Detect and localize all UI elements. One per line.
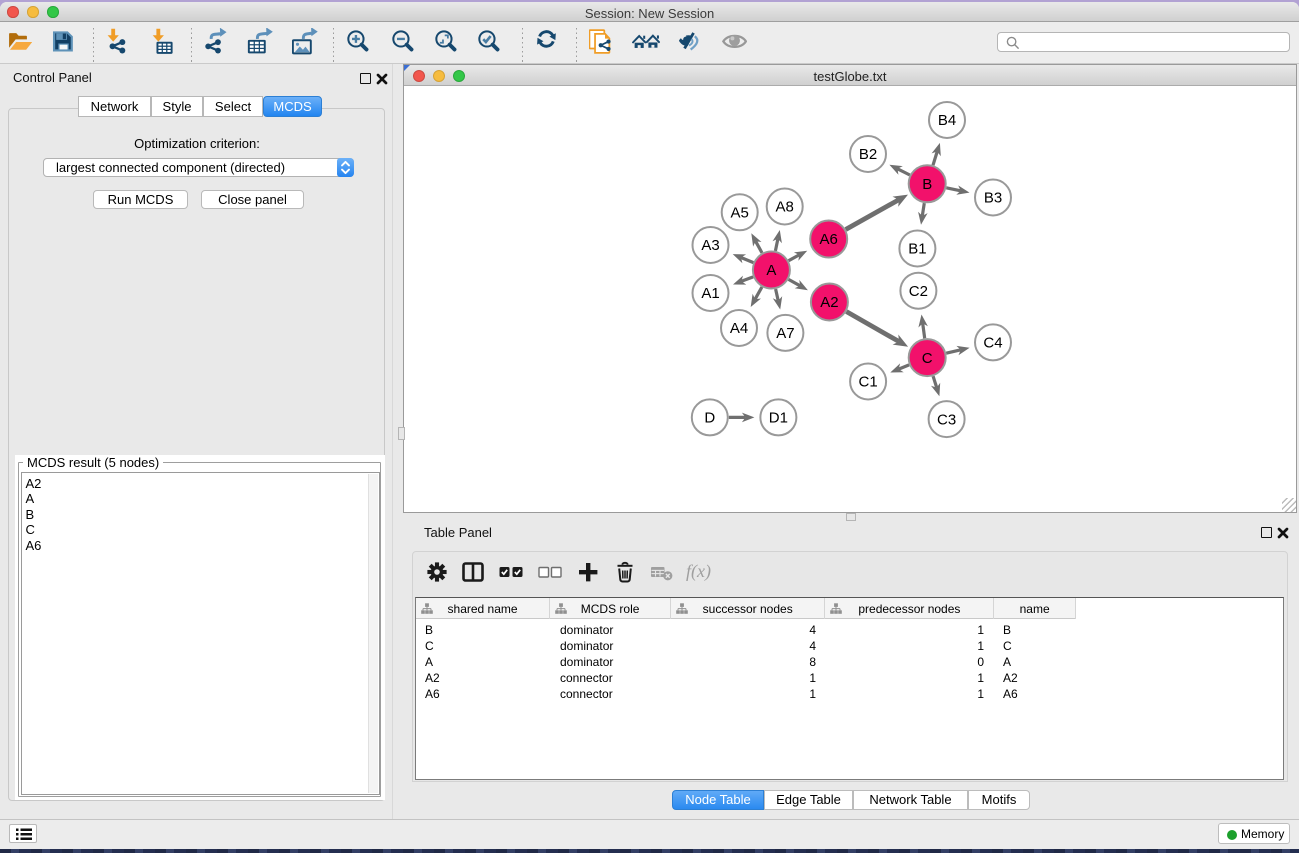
svg-text:D1: D1 <box>769 410 788 427</box>
svg-text:A1: A1 <box>701 285 719 302</box>
svg-text:A8: A8 <box>776 199 794 216</box>
svg-text:A6: A6 <box>820 231 838 248</box>
svg-text:A: A <box>766 262 776 279</box>
svg-text:A3: A3 <box>701 237 719 254</box>
svg-text:C: C <box>922 350 933 367</box>
svg-text:B4: B4 <box>938 112 956 129</box>
svg-text:D: D <box>704 410 715 427</box>
svg-text:A5: A5 <box>731 205 749 222</box>
svg-text:A4: A4 <box>730 320 748 337</box>
svg-text:C3: C3 <box>937 411 956 428</box>
svg-text:B2: B2 <box>859 146 877 163</box>
svg-text:B1: B1 <box>908 241 926 258</box>
svg-text:B: B <box>922 176 932 193</box>
svg-text:A2: A2 <box>820 294 838 311</box>
svg-text:C2: C2 <box>909 283 928 300</box>
svg-text:C1: C1 <box>859 374 878 391</box>
svg-text:B3: B3 <box>984 190 1002 207</box>
svg-text:C4: C4 <box>983 335 1002 352</box>
svg-text:A7: A7 <box>776 325 794 342</box>
